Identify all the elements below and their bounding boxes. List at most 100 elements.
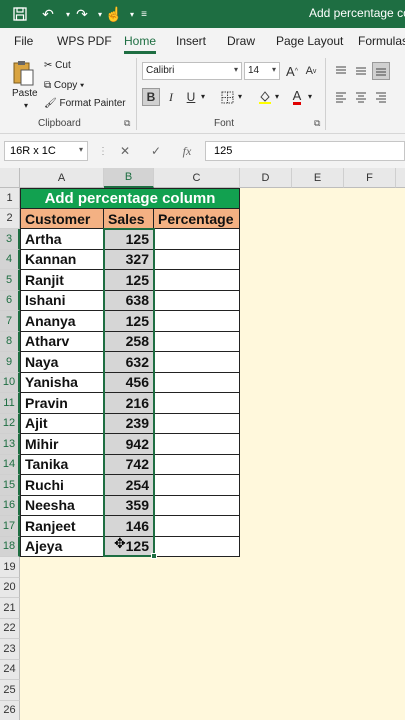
customer-cell[interactable]: Ajit [20, 413, 104, 434]
percentage-cell[interactable] [154, 495, 240, 516]
align-middle-icon[interactable] [352, 62, 370, 80]
row-header[interactable]: 23 [0, 639, 20, 660]
customer-cell[interactable]: Naya [20, 352, 104, 373]
sales-cell[interactable]: 254 [104, 475, 154, 496]
align-bottom-icon[interactable] [372, 62, 390, 80]
percentage-cell[interactable] [154, 372, 240, 393]
row-header[interactable]: 9 [0, 352, 20, 373]
percentage-cell[interactable] [154, 536, 240, 557]
row-header[interactable]: 1 [0, 188, 20, 209]
customer-cell[interactable]: Ruchi [20, 475, 104, 496]
row-header[interactable]: 15 [0, 475, 20, 496]
row-header[interactable]: 16 [0, 495, 20, 516]
paste-dropdown-icon[interactable]: ▾ [24, 101, 28, 110]
copy-button[interactable]: ⧉ Copy ▾ [44, 80, 84, 91]
tab-file[interactable]: File [14, 34, 33, 48]
customer-cell[interactable]: Ananya [20, 311, 104, 332]
clipboard-launcher-icon[interactable]: ⧉ [124, 118, 130, 129]
customer-header-cell[interactable]: Customer [20, 209, 104, 229]
increase-font-size-icon[interactable]: A ^ [283, 62, 301, 80]
row-header[interactable]: 11 [0, 393, 20, 414]
sales-cell[interactable]: 146 [104, 516, 154, 537]
percentage-cell[interactable] [154, 352, 240, 373]
column-header-a[interactable]: A [20, 168, 104, 188]
row-header[interactable]: 10 [0, 372, 20, 393]
select-all-corner[interactable] [0, 168, 20, 188]
bold-button[interactable]: B [142, 88, 160, 106]
format-painter-button[interactable]: 🖌 Format Painter [44, 98, 126, 109]
sales-cell[interactable]: 359 [104, 495, 154, 516]
align-left-icon[interactable] [332, 88, 350, 106]
row-header[interactable]: 2 [0, 208, 20, 229]
percentage-cell[interactable] [154, 393, 240, 414]
cancel-icon[interactable]: ✕ [114, 141, 136, 161]
row-header[interactable]: 21 [0, 598, 20, 619]
paste-button[interactable]: Paste [12, 88, 38, 99]
font-color-icon[interactable]: A [288, 88, 306, 106]
customize-quick-access-icon[interactable]: ≡ [134, 4, 154, 24]
percentage-cell[interactable] [154, 229, 240, 250]
sales-cell[interactable]: 125 [104, 311, 154, 332]
row-header[interactable]: 14 [0, 454, 20, 475]
insert-function-button[interactable]: fx [176, 141, 198, 161]
name-box[interactable]: 16R x 1C ▾ [4, 141, 88, 161]
formula-input[interactable]: 125 [205, 141, 405, 161]
sales-cell[interactable]: 125 [104, 536, 154, 557]
sales-cell[interactable]: 216 [104, 393, 154, 414]
row-header[interactable]: 5 [0, 270, 20, 291]
row-header[interactable]: 8 [0, 331, 20, 352]
customer-cell[interactable]: Ranjeet [20, 516, 104, 537]
percentage-cell[interactable] [154, 454, 240, 475]
percentage-cell[interactable] [154, 331, 240, 352]
row-header[interactable]: 18 [0, 536, 20, 557]
customer-cell[interactable]: Ishani [20, 290, 104, 311]
row-header[interactable]: 4 [0, 249, 20, 270]
align-center-icon[interactable] [352, 88, 370, 106]
tab-insert[interactable]: Insert [176, 34, 206, 48]
align-top-icon[interactable] [332, 62, 350, 80]
row-header[interactable]: 19 [0, 557, 20, 578]
percentage-cell[interactable] [154, 270, 240, 291]
italic-button[interactable]: I [162, 88, 180, 106]
borders-dropdown-icon[interactable]: ▾ [238, 92, 242, 101]
customer-cell[interactable]: Kannan [20, 249, 104, 270]
worksheet-grid[interactable]: A B C D E F 1 2 3 4 5 6 7 8 9 10 11 12 13 14 15 16 17 18 1… [0, 168, 405, 720]
row-header[interactable]: 3 [0, 229, 20, 250]
customer-cell[interactable]: Ajeya [20, 536, 104, 557]
enter-icon[interactable]: ✓ [145, 141, 167, 161]
sales-header-cell[interactable]: Sales [104, 209, 154, 229]
tab-formulas[interactable]: Formulas [358, 34, 405, 48]
percentage-cell[interactable] [154, 290, 240, 311]
customer-cell[interactable]: Yanisha [20, 372, 104, 393]
sales-cell[interactable]: 239 [104, 413, 154, 434]
borders-icon[interactable] [218, 88, 236, 106]
percentage-cell[interactable] [154, 413, 240, 434]
customer-cell[interactable]: Ranjit [20, 270, 104, 291]
sales-cell[interactable]: 125 [104, 270, 154, 291]
sales-cell[interactable]: 632 [104, 352, 154, 373]
sheet-title-cell[interactable]: Add percentage column [20, 188, 240, 209]
fill-handle[interactable] [151, 553, 157, 559]
paste-icon[interactable] [10, 58, 36, 88]
font-size-select[interactable]: 14 ▾ [244, 62, 280, 80]
row-header[interactable]: 12 [0, 413, 20, 434]
percentage-cell[interactable] [154, 249, 240, 270]
font-launcher-icon[interactable]: ⧉ [314, 118, 320, 129]
sales-cell[interactable]: 742 [104, 454, 154, 475]
row-header[interactable]: 22 [0, 618, 20, 639]
tab-draw[interactable]: Draw [227, 34, 255, 48]
row-header[interactable]: 20 [0, 577, 20, 598]
customer-cell[interactable]: Pravin [20, 393, 104, 414]
tab-home[interactable]: Home [124, 34, 157, 54]
column-header-g[interactable] [396, 168, 405, 188]
sales-cell[interactable]: 942 [104, 434, 154, 455]
row-header[interactable]: 7 [0, 311, 20, 332]
percentage-cell[interactable] [154, 311, 240, 332]
row-header[interactable]: 6 [0, 290, 20, 311]
sales-cell[interactable]: 456 [104, 372, 154, 393]
font-name-select[interactable]: Calibri ▾ [142, 62, 242, 80]
tab-page-layout[interactable]: Page Layout [276, 34, 343, 48]
sales-cell[interactable]: 638 [104, 290, 154, 311]
row-header[interactable]: 17 [0, 516, 20, 537]
customer-cell[interactable]: Atharv [20, 331, 104, 352]
